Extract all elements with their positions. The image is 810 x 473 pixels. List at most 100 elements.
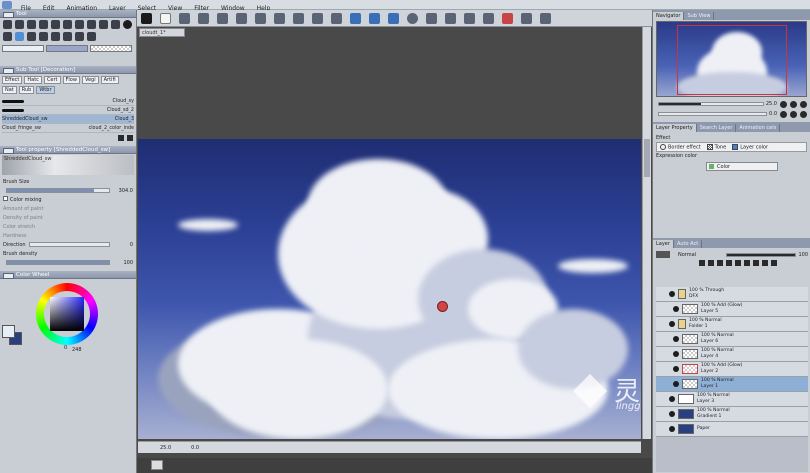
navigator-preview[interactable] <box>656 21 807 97</box>
document-tab[interactable]: cloudt_1* <box>139 28 185 37</box>
subtab-watercolor[interactable]: Wtbr <box>36 86 55 94</box>
ruler-icon[interactable] <box>388 12 399 24</box>
subtab-vegetation[interactable]: Vegi <box>81 76 99 84</box>
eraser-tool-icon[interactable] <box>99 20 108 29</box>
settings-icon[interactable] <box>483 12 494 24</box>
expression-color-select[interactable]: Color <box>706 162 778 171</box>
subtab-artificial[interactable]: Artifi <box>100 76 119 84</box>
figure-tool-icon[interactable] <box>39 32 48 41</box>
redo-icon[interactable] <box>236 12 247 24</box>
visibility-eye-icon[interactable] <box>673 381 679 387</box>
decoration-tool-icon[interactable] <box>15 32 24 41</box>
visibility-eye-icon[interactable] <box>673 336 679 342</box>
blend-mode-select[interactable]: Normal <box>678 252 696 258</box>
lock-transparent-icon[interactable] <box>744 260 750 266</box>
reference-layer-icon[interactable] <box>735 260 741 266</box>
new-raster-layer-icon[interactable] <box>699 260 705 266</box>
layer-lock-icon[interactable] <box>656 251 670 258</box>
select-layer-icon[interactable] <box>350 12 361 24</box>
navigator-viewport-frame[interactable] <box>677 25 787 95</box>
visibility-eye-icon[interactable] <box>673 351 679 357</box>
lasso-tool-icon[interactable] <box>27 20 36 29</box>
visibility-eye-icon[interactable] <box>669 321 675 327</box>
table-row[interactable]: Paper <box>656 422 808 437</box>
layer-color-button[interactable]: Layer color <box>732 143 768 150</box>
color-wheel[interactable] <box>36 283 98 345</box>
save-icon[interactable] <box>198 12 209 24</box>
tab-animation-cels[interactable]: Animation cels <box>736 124 781 132</box>
pen-tool-icon[interactable] <box>51 20 60 29</box>
balloon-tool-icon[interactable] <box>75 32 84 41</box>
eyedropper-tool-icon[interactable] <box>63 20 72 29</box>
list-item[interactable]: ShreddedCloud_sw Cloud_3 <box>2 115 134 124</box>
transparent-swatch[interactable] <box>90 45 132 52</box>
clear-icon[interactable] <box>255 12 266 24</box>
undo-icon[interactable] <box>217 12 228 24</box>
subtab-hatching[interactable]: Hatc <box>24 76 42 84</box>
reference-icon[interactable] <box>426 12 437 24</box>
new-file-icon[interactable] <box>160 12 171 24</box>
help-icon[interactable] <box>407 12 418 24</box>
reset-rotation-icon[interactable] <box>800 110 807 118</box>
table-row[interactable]: 100 % Normal Folder 1 <box>656 317 808 332</box>
border-effect-button[interactable]: Border effect <box>660 143 701 150</box>
ruler-tool-icon[interactable] <box>63 32 72 41</box>
tab-navigator[interactable]: Navigator <box>653 12 685 20</box>
blend-tool-icon[interactable] <box>27 32 36 41</box>
rotate-left-icon[interactable] <box>780 110 787 118</box>
new-folder-icon[interactable] <box>717 260 723 266</box>
delete-layer-icon[interactable] <box>771 260 777 266</box>
saturation-value-square[interactable] <box>50 297 84 331</box>
new-vector-layer-icon[interactable] <box>708 260 714 266</box>
subtab-nature[interactable]: Nat <box>2 86 17 94</box>
table-row[interactable]: 100 % Through DFX <box>656 287 808 302</box>
color-icon[interactable] <box>502 12 513 24</box>
brush-size-slider[interactable] <box>6 188 110 193</box>
zoom-in-icon[interactable] <box>780 100 787 108</box>
navigator-zoom-slider[interactable] <box>658 102 764 106</box>
bucket-tool-icon[interactable] <box>123 20 132 29</box>
rotate-right-icon[interactable] <box>790 110 797 118</box>
table-row[interactable]: 100 % Normal Layer 6 <box>656 332 808 347</box>
subtab-effect[interactable]: Effect <box>2 76 23 84</box>
selection-tool-icon[interactable] <box>39 20 48 29</box>
navigator-angle-slider[interactable] <box>658 112 768 116</box>
visibility-eye-icon[interactable] <box>669 396 675 402</box>
zoom-out-icon[interactable] <box>790 100 797 108</box>
table-row[interactable]: 100 % Normal Layer 3 <box>656 392 808 407</box>
tab-search-layer[interactable]: Search Layer <box>697 124 737 132</box>
airbrush-tool-icon[interactable] <box>87 20 96 29</box>
snap-icon[interactable] <box>445 12 456 24</box>
table-row[interactable]: 100 % Add (Glow) Layer 5 <box>656 302 808 317</box>
canvas-image[interactable]: 灵感中国 lingganchina.com <box>138 139 641 439</box>
canvas-thumbnail-icon[interactable] <box>151 460 163 470</box>
brush-tool-icon[interactable] <box>75 20 84 29</box>
subtab-rub[interactable]: Rub <box>18 86 35 94</box>
subtab-cert[interactable]: Cert <box>43 76 61 84</box>
table-row[interactable]: 100 % Normal Gradient 1 <box>656 407 808 422</box>
grid-icon[interactable] <box>464 12 475 24</box>
tone-button[interactable]: Tone <box>706 143 726 150</box>
tab-layer-property[interactable]: Layer Property <box>653 124 697 132</box>
table-row[interactable]: 100 % Add (Glow) Layer 2 <box>656 362 808 377</box>
direction-slider[interactable] <box>28 242 110 247</box>
invert-selection-icon[interactable] <box>369 12 380 24</box>
zoom-tool-icon[interactable] <box>3 20 12 29</box>
angle-value[interactable]: 0.0 <box>191 445 199 451</box>
sub-color-swatch[interactable] <box>46 45 88 52</box>
visibility-eye-icon[interactable] <box>673 366 679 372</box>
opacity-slider[interactable] <box>726 252 797 257</box>
crop-icon[interactable] <box>312 12 323 24</box>
delete-subtool-icon[interactable] <box>127 135 133 141</box>
open-file-icon[interactable] <box>179 12 190 24</box>
clip-layer-icon[interactable] <box>726 260 732 266</box>
text-tool-icon[interactable] <box>111 20 120 29</box>
gradient-tool-icon[interactable] <box>3 32 12 41</box>
fill-icon[interactable] <box>274 12 285 24</box>
move-tool-icon[interactable] <box>15 20 24 29</box>
list-item[interactable]: Cloud_fringe_sw cloud_2_color_inde <box>2 124 134 133</box>
tab-auto-action[interactable]: Auto Act <box>674 240 703 248</box>
eye-icon[interactable] <box>141 12 152 24</box>
subtab-flow[interactable]: Flow <box>62 76 80 84</box>
visibility-eye-icon[interactable] <box>673 306 679 312</box>
